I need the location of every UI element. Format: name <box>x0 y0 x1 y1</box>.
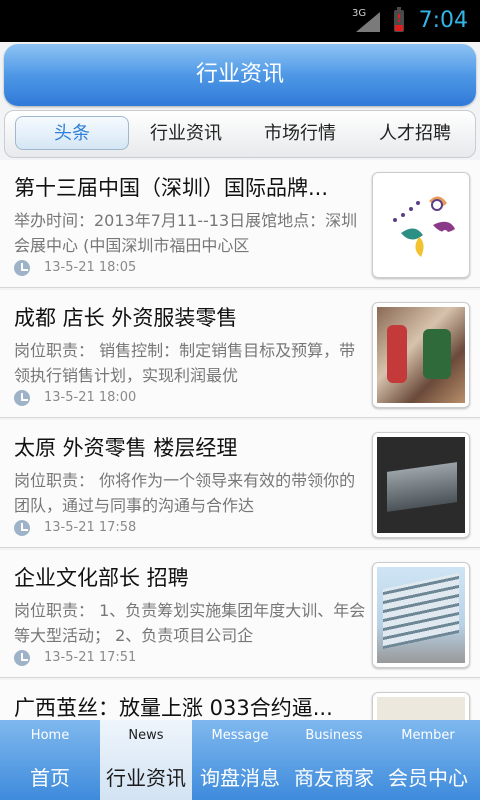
title-bar: 行业资讯 <box>4 44 476 106</box>
nav-home[interactable]: Home 首页 <box>4 720 96 800</box>
list-item[interactable]: 第十三届中国（深圳）国际品牌... 举办时间：2013年7月11--13日展馆地… <box>0 160 480 288</box>
news-thumbnail <box>372 172 470 278</box>
news-time: 13-5-21 18:05 <box>44 260 137 275</box>
news-title: 太原 外资零售 楼层经理 <box>14 436 238 460</box>
nav-news-en: News <box>128 728 164 743</box>
category-tabs: 头条 行业资讯 市场行情 人才招聘 <box>4 110 476 158</box>
clock-icon <box>14 260 30 276</box>
news-time: 13-5-21 17:58 <box>44 520 137 535</box>
tab-recruitment[interactable]: 人才招聘 <box>357 111 473 157</box>
list-item[interactable]: 企业文化部长 招聘 岗位职责： 1、负责筹划实施集团年度大训、年会等大型活动； … <box>0 550 480 678</box>
news-summary: 岗位职责： 1、负责筹划实施集团年度大训、年会等大型活动； 2、负责项目公司企 <box>14 601 366 645</box>
tab-headlines[interactable]: 头条 <box>15 116 129 150</box>
nav-member[interactable]: Member 会员中心 <box>382 720 474 800</box>
battery-icon: ! <box>394 7 404 32</box>
list-item[interactable]: 成都 店长 外资服装零售 岗位职责： 销售控制：制定销售目标及预算，带领执行销售… <box>0 290 480 418</box>
clock-icon <box>14 390 30 406</box>
news-title: 广西茧丝：放量上涨 033合约逼... <box>14 696 333 720</box>
news-summary: 岗位职责： 你将作为一个领导来有效的带领你的团队，通过与同事的沟通与合作达 <box>14 471 356 515</box>
news-thumbnail <box>372 302 470 408</box>
list-item[interactable]: 广西茧丝：放量上涨 033合约逼... <box>0 680 480 720</box>
nav-message-cn: 询盘消息 <box>200 766 280 790</box>
news-list: 第十三届中国（深圳）国际品牌... 举办时间：2013年7月11--13日展馆地… <box>0 160 480 720</box>
tab-industry-news[interactable]: 行业资讯 <box>129 111 243 157</box>
bottom-nav: Home 首页 News 行业资讯 Message 询盘消息 Business … <box>0 720 480 800</box>
tab-market[interactable]: 市场行情 <box>243 111 357 157</box>
page-title: 行业资讯 <box>195 62 284 87</box>
nav-business[interactable]: Business 商友商家 <box>288 720 380 800</box>
status-bar: 3G ! 7:04 <box>0 0 480 42</box>
clock-icon <box>14 650 30 666</box>
nav-news-cn: 行业资讯 <box>106 766 186 790</box>
news-time: 13-5-21 17:51 <box>44 650 137 665</box>
news-thumbnail <box>372 562 470 668</box>
nav-message-en: Message <box>211 728 269 743</box>
news-thumbnail <box>372 432 470 538</box>
signal-icon <box>356 12 380 32</box>
clock-icon <box>14 520 30 536</box>
news-thumbnail <box>372 692 470 720</box>
nav-member-en: Member <box>401 728 455 743</box>
news-summary: 举办时间：2013年7月11--13日展馆地点：深圳会展中心 (中国深圳市福田中… <box>14 211 358 255</box>
nav-business-cn: 商友商家 <box>294 766 374 790</box>
list-item[interactable]: 太原 外资零售 楼层经理 岗位职责： 你将作为一个领导来有效的带领你的团队，通过… <box>0 420 480 548</box>
nav-news[interactable]: News 行业资讯 <box>100 720 192 800</box>
nav-business-en: Business <box>305 728 363 743</box>
news-title: 成都 店长 外资服装零售 <box>14 306 238 330</box>
news-title: 企业文化部长 招聘 <box>14 566 189 590</box>
nav-message[interactable]: Message 询盘消息 <box>194 720 286 800</box>
nav-home-cn: 首页 <box>30 766 70 790</box>
nav-member-cn: 会员中心 <box>388 766 468 790</box>
battery-alert-mark: ! <box>396 12 402 25</box>
news-summary: 岗位职责： 销售控制：制定销售目标及预算，带领执行销售计划，实现利润最优 <box>14 341 356 385</box>
nav-home-en: Home <box>30 728 70 743</box>
news-time: 13-5-21 18:00 <box>44 390 137 405</box>
news-title: 第十三届中国（深圳）国际品牌... <box>14 176 329 200</box>
status-time: 7:04 <box>418 8 468 33</box>
